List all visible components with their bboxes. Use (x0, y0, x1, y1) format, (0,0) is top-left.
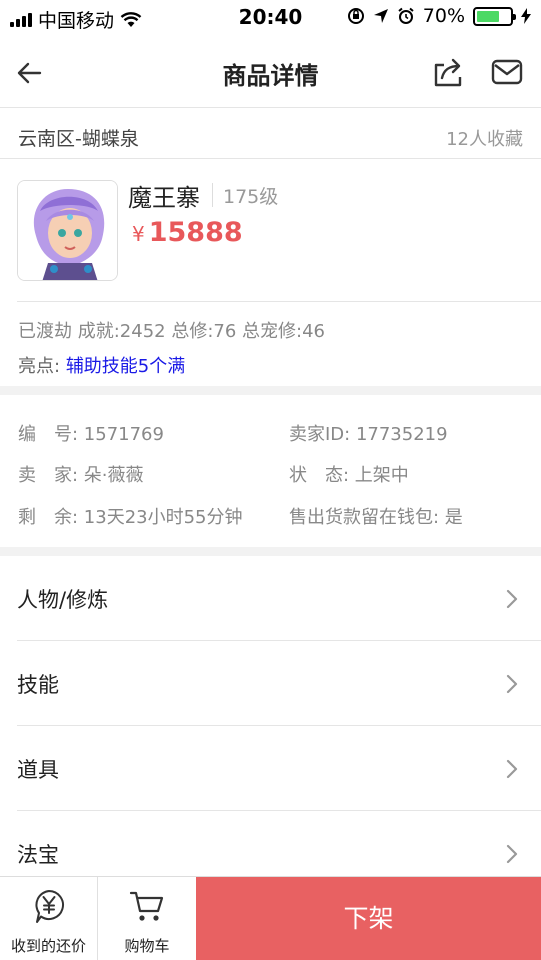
highlight-label: 亮点: (18, 356, 61, 377)
charging-icon (521, 8, 531, 24)
character-level: 175级 (223, 186, 279, 208)
rotation-lock-icon (347, 8, 364, 24)
alarm-icon (398, 7, 414, 24)
character-avatar[interactable] (17, 180, 118, 281)
chevron-right-icon (506, 844, 518, 864)
chevron-right-icon (506, 674, 518, 694)
menu-item-skills[interactable]: 技能 (17, 641, 541, 726)
battery-icon (473, 6, 516, 26)
menu-item-character[interactable]: 人物/修炼 (17, 556, 541, 641)
offers-button[interactable]: 收到的还价 (0, 877, 97, 960)
share-icon[interactable] (432, 56, 464, 88)
menu-item-label: 技能 (17, 673, 59, 697)
seller-id: 卖家ID: 17735219 (289, 424, 448, 445)
section-gap (0, 386, 541, 395)
highlight-value: 辅助技能5个满 (65, 356, 186, 377)
cart-icon (129, 891, 164, 921)
battery-percent: 70% (422, 5, 465, 27)
currency-symbol: ¥ (132, 222, 145, 246)
bargain-icon (35, 890, 64, 923)
status-bar: 中国移动 20:40 70% (0, 0, 541, 36)
highlight-row: 亮点: 辅助技能5个满 (18, 352, 185, 378)
price: ¥15888 (132, 217, 243, 248)
menu-item-label: 道具 (17, 758, 59, 782)
chevron-right-icon (506, 759, 518, 779)
nav-bar: 商品详情 (0, 36, 541, 108)
server-name: 云南区-蝴蝶泉 (18, 128, 139, 150)
mail-icon[interactable] (491, 58, 523, 86)
offers-label: 收到的还价 (10, 937, 86, 955)
favorite-count[interactable]: 12人收藏 (446, 125, 523, 151)
menu-item-label: 法宝 (17, 843, 59, 867)
name-level-divider (212, 183, 213, 207)
item-number: 编 号: 1571769 (18, 424, 164, 445)
menu-item-label: 人物/修炼 (17, 588, 109, 612)
seller-name: 卖 家: 朵·薇薇 (18, 465, 144, 486)
character-portrait-image (18, 181, 117, 280)
bottom-bar: 收到的还价 购物车 下架 (0, 876, 541, 960)
location-icon (373, 9, 388, 23)
cart-label: 购物车 (124, 937, 170, 955)
character-school: 魔王寨 (128, 184, 200, 212)
listing-status: 状 态: 上架中 (289, 465, 409, 486)
cart-button[interactable]: 购物车 (98, 877, 196, 960)
divider (17, 301, 541, 302)
location-row: 云南区-蝴蝶泉 12人收藏 (0, 109, 541, 159)
menu-item-items[interactable]: 道具 (17, 726, 541, 811)
remaining-time: 剩 余: 13天23小时55分钟 (18, 507, 243, 528)
status-right: 70% (347, 5, 531, 27)
price-value: 15888 (148, 217, 243, 248)
wallet-setting: 售出货款留在钱包: 是 (289, 507, 463, 528)
character-stats: 已渡劫 成就:2452 总修:76 总宠修:46 (18, 321, 325, 342)
chevron-right-icon (506, 589, 518, 609)
section-gap (0, 547, 541, 556)
delist-button[interactable]: 下架 (196, 877, 541, 960)
